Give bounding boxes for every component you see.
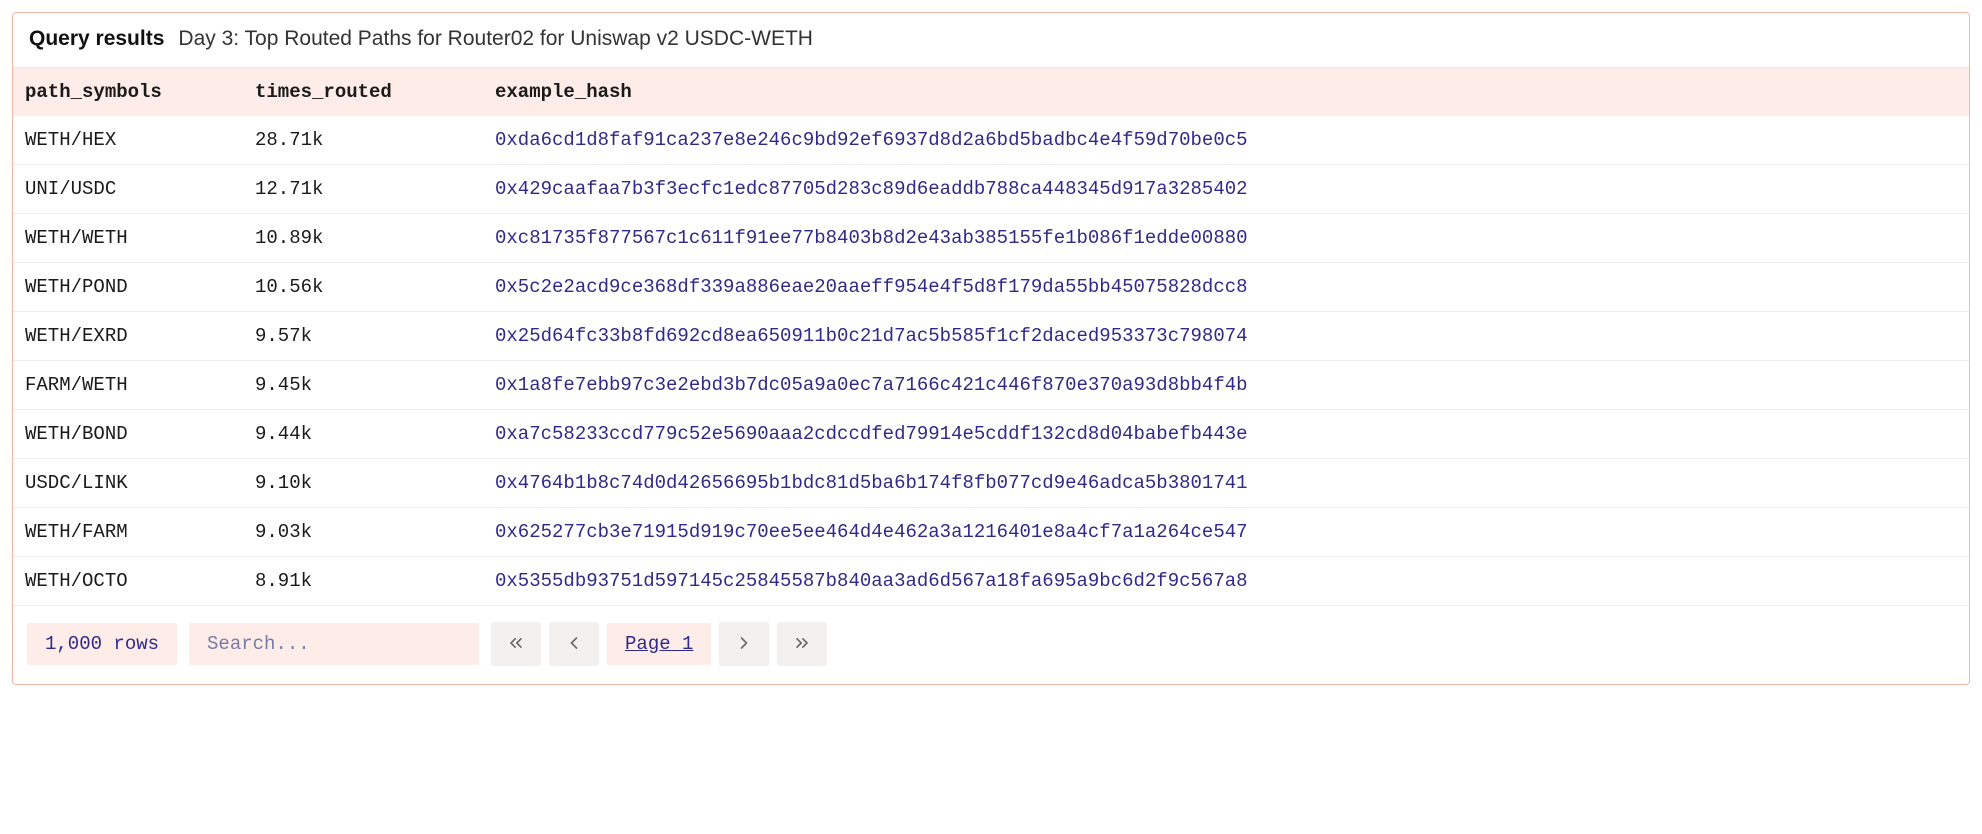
- prev-page-button[interactable]: [549, 622, 599, 666]
- results-table: path_symbols times_routed example_hash W…: [13, 68, 1969, 606]
- cell-times-routed: 28.71k: [243, 116, 483, 165]
- cell-times-routed: 9.45k: [243, 361, 483, 410]
- cell-path-symbols: WETH/FARM: [13, 508, 243, 557]
- first-page-button[interactable]: [491, 622, 541, 666]
- cell-path-symbols: WETH/EXRD: [13, 312, 243, 361]
- cell-times-routed: 8.91k: [243, 557, 483, 606]
- cell-path-symbols: FARM/WETH: [13, 361, 243, 410]
- page-indicator[interactable]: Page 1: [607, 623, 711, 665]
- table-header-row: path_symbols times_routed example_hash: [13, 68, 1969, 116]
- hash-link[interactable]: 0x1a8fe7ebb97c3e2ebd3b7dc05a9a0ec7a7166c…: [495, 374, 1248, 396]
- row-count-badge: 1,000 rows: [27, 623, 177, 665]
- hash-link[interactable]: 0x5c2e2acd9ce368df339a886eae20aaeff954e4…: [495, 276, 1248, 298]
- table-row: WETH/OCTO8.91k 0x5355db93751d597145c25845…: [13, 557, 1969, 606]
- hash-link[interactable]: 0xc81735f877567c1c611f91ee77b8403b8d2e43…: [495, 227, 1248, 249]
- chevrons-left-icon: [506, 633, 526, 656]
- hash-link[interactable]: 0x429caafaa7b3f3ecfc1edc87705d283c89d6ea…: [495, 178, 1248, 200]
- hash-link[interactable]: 0x625277cb3e71915d919c70ee5ee464d4e462a3…: [495, 521, 1248, 543]
- cell-path-symbols: WETH/HEX: [13, 116, 243, 165]
- cell-example-hash: 0x25d64fc33b8fd692cd8ea650911b0c21d7ac5b…: [483, 312, 1969, 361]
- table-row: WETH/EXRD9.57k 0x25d64fc33b8fd692cd8ea650…: [13, 312, 1969, 361]
- search-input[interactable]: [189, 623, 479, 665]
- hash-link[interactable]: 0x5355db93751d597145c25845587b840aa3ad6d…: [495, 570, 1248, 592]
- cell-path-symbols: UNI/USDC: [13, 165, 243, 214]
- cell-example-hash: 0xc81735f877567c1c611f91ee77b8403b8d2e43…: [483, 214, 1969, 263]
- table-row: WETH/FARM9.03k 0x625277cb3e71915d919c70ee…: [13, 508, 1969, 557]
- cell-times-routed: 9.44k: [243, 410, 483, 459]
- cell-path-symbols: WETH/BOND: [13, 410, 243, 459]
- column-header-example-hash[interactable]: example_hash: [483, 68, 1969, 116]
- panel-header: Query results Day 3: Top Routed Paths fo…: [13, 13, 1969, 68]
- cell-example-hash: 0x625277cb3e71915d919c70ee5ee464d4e462a3…: [483, 508, 1969, 557]
- cell-path-symbols: WETH/POND: [13, 263, 243, 312]
- table-row: WETH/HEX28.71k 0xda6cd1d8faf91ca237e8e246…: [13, 116, 1969, 165]
- column-header-times-routed[interactable]: times_routed: [243, 68, 483, 116]
- cell-times-routed: 9.57k: [243, 312, 483, 361]
- hash-link[interactable]: 0xa7c58233ccd779c52e5690aaa2cdccdfed7991…: [495, 423, 1248, 445]
- query-results-panel: Query results Day 3: Top Routed Paths fo…: [12, 12, 1970, 685]
- cell-path-symbols: USDC/LINK: [13, 459, 243, 508]
- cell-example-hash: 0x4764b1b8c74d0d42656695b1bdc81d5ba6b174…: [483, 459, 1969, 508]
- cell-example-hash: 0xa7c58233ccd779c52e5690aaa2cdccdfed7991…: [483, 410, 1969, 459]
- pagination: Page 1: [491, 622, 827, 666]
- cell-times-routed: 12.71k: [243, 165, 483, 214]
- cell-example-hash: 0x429caafaa7b3f3ecfc1edc87705d283c89d6ea…: [483, 165, 1969, 214]
- cell-path-symbols: WETH/OCTO: [13, 557, 243, 606]
- chevron-right-icon: [734, 633, 754, 656]
- cell-example-hash: 0x1a8fe7ebb97c3e2ebd3b7dc05a9a0ec7a7166c…: [483, 361, 1969, 410]
- panel-title: Query results: [29, 27, 164, 51]
- cell-times-routed: 9.03k: [243, 508, 483, 557]
- cell-times-routed: 9.10k: [243, 459, 483, 508]
- hash-link[interactable]: 0x4764b1b8c74d0d42656695b1bdc81d5ba6b174…: [495, 472, 1248, 494]
- last-page-button[interactable]: [777, 622, 827, 666]
- cell-example-hash: 0x5c2e2acd9ce368df339a886eae20aaeff954e4…: [483, 263, 1969, 312]
- table-row: WETH/POND10.56k 0x5c2e2acd9ce368df339a886…: [13, 263, 1969, 312]
- table-row: UNI/USDC12.71k 0x429caafaa7b3f3ecfc1edc87…: [13, 165, 1969, 214]
- table-footer: 1,000 rows Page 1: [13, 606, 1969, 684]
- cell-example-hash: 0xda6cd1d8faf91ca237e8e246c9bd92ef6937d8…: [483, 116, 1969, 165]
- cell-example-hash: 0x5355db93751d597145c25845587b840aa3ad6d…: [483, 557, 1969, 606]
- table-row: USDC/LINK9.10k 0x4764b1b8c74d0d42656695b1…: [13, 459, 1969, 508]
- table-row: WETH/WETH10.89k 0xc81735f877567c1c611f91e…: [13, 214, 1969, 263]
- chevrons-right-icon: [792, 633, 812, 656]
- table-row: FARM/WETH9.45k 0x1a8fe7ebb97c3e2ebd3b7dc0…: [13, 361, 1969, 410]
- column-header-path-symbols[interactable]: path_symbols: [13, 68, 243, 116]
- chevron-left-icon: [564, 633, 584, 656]
- cell-path-symbols: WETH/WETH: [13, 214, 243, 263]
- hash-link[interactable]: 0xda6cd1d8faf91ca237e8e246c9bd92ef6937d8…: [495, 129, 1248, 151]
- panel-subtitle: Day 3: Top Routed Paths for Router02 for…: [178, 27, 813, 51]
- next-page-button[interactable]: [719, 622, 769, 666]
- hash-link[interactable]: 0x25d64fc33b8fd692cd8ea650911b0c21d7ac5b…: [495, 325, 1248, 347]
- cell-times-routed: 10.89k: [243, 214, 483, 263]
- table-row: WETH/BOND9.44k 0xa7c58233ccd779c52e5690aa…: [13, 410, 1969, 459]
- cell-times-routed: 10.56k: [243, 263, 483, 312]
